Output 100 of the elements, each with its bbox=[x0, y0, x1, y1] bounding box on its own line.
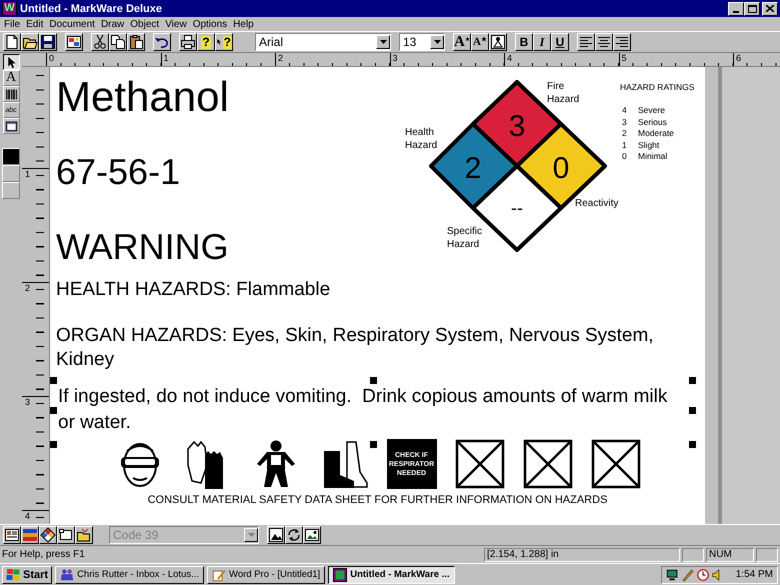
color-swatch[interactable] bbox=[2, 148, 20, 165]
copy-icon bbox=[110, 34, 126, 50]
color-swatch[interactable] bbox=[2, 182, 20, 199]
status-panel bbox=[756, 548, 778, 562]
menu-item[interactable]: File bbox=[2, 18, 24, 30]
clock: 1:54 PM bbox=[736, 569, 773, 580]
toolbar-button[interactable] bbox=[39, 526, 57, 544]
align-right-icon bbox=[614, 34, 630, 50]
picture-icon bbox=[268, 527, 284, 543]
taskbar-button[interactable]: Word Pro - [Untitled1] bbox=[207, 566, 326, 584]
menu-item[interactable]: Document bbox=[47, 18, 99, 30]
clock-icon[interactable] bbox=[696, 568, 710, 582]
toolbar-button[interactable]: I bbox=[533, 33, 551, 51]
barcode-icon bbox=[4, 88, 18, 100]
rating-description: Moderate bbox=[638, 128, 674, 140]
ruler-number: 4 bbox=[25, 511, 30, 521]
ruler-number: 6 bbox=[736, 53, 742, 63]
hazard-category-label: Health Hazard bbox=[405, 127, 438, 151]
hazard-rating-number: 2 bbox=[464, 152, 482, 185]
chemical-name: Methanol bbox=[56, 73, 230, 121]
selection-handle[interactable] bbox=[689, 407, 696, 414]
font-size-dropdown[interactable]: 13 bbox=[399, 33, 445, 51]
ratings-title: HAZARD RATINGS bbox=[620, 82, 696, 92]
menu-item[interactable]: View bbox=[163, 18, 191, 30]
selection-handle[interactable] bbox=[50, 407, 57, 414]
pen-icon[interactable] bbox=[680, 568, 695, 582]
ruler-number: 1 bbox=[25, 169, 30, 179]
close-icon bbox=[766, 5, 774, 12]
rating-value: 4 bbox=[621, 105, 628, 116]
app-logo[interactable]: W bbox=[2, 1, 17, 16]
printer-icon bbox=[180, 34, 196, 50]
organ-hazards-text: ORGAN HAZARDS: Eyes, Skin, Respiratory System, Nervous System, Kidney bbox=[56, 324, 655, 372]
selection-handle[interactable] bbox=[689, 377, 696, 384]
status-panel bbox=[682, 548, 704, 562]
hazard-rating-number: 0 bbox=[552, 152, 570, 185]
maximize-button[interactable] bbox=[744, 2, 760, 16]
rating-description: Minimal bbox=[638, 151, 668, 162]
windows-logo-icon bbox=[6, 568, 20, 580]
taskbar-button[interactable]: Untitled - MarkWare ... bbox=[328, 566, 455, 584]
rating-description: Slight bbox=[638, 140, 660, 151]
font-dropdown[interactable]: Arial bbox=[255, 33, 391, 51]
picture-icon bbox=[304, 527, 320, 543]
menu-item[interactable]: Object bbox=[128, 18, 164, 30]
ruler-number: 1 bbox=[164, 53, 169, 63]
menu-item[interactable]: Edit bbox=[24, 18, 48, 30]
start-button[interactable]: Start bbox=[2, 566, 52, 584]
crossed-box-icon bbox=[590, 439, 640, 489]
toolbar-button[interactable]: ? bbox=[197, 33, 215, 51]
tool-button[interactable]: A bbox=[2, 70, 20, 86]
selection-handle[interactable] bbox=[689, 441, 696, 448]
color-swatch[interactable] bbox=[2, 165, 20, 182]
toolbar-button[interactable]: ? bbox=[215, 33, 233, 51]
toolbar-button[interactable]: A bbox=[453, 33, 471, 51]
align-center-icon bbox=[596, 34, 612, 50]
page-icon bbox=[4, 34, 20, 50]
toolbar-button[interactable]: B bbox=[515, 33, 533, 51]
rating-description: Severe bbox=[638, 105, 665, 116]
ruler-number: 4 bbox=[507, 53, 512, 63]
toolbar-button[interactable]: U bbox=[551, 33, 569, 51]
menu-item[interactable]: Options bbox=[190, 18, 232, 30]
align-left-icon bbox=[578, 34, 594, 50]
hazard-rating-number: -- bbox=[511, 198, 523, 218]
hazard-category-label: Specific Hazard bbox=[447, 226, 482, 250]
rating-description: Serious bbox=[638, 116, 667, 128]
menu-item[interactable]: Help bbox=[231, 18, 258, 30]
maximize-icon bbox=[748, 4, 756, 12]
cursor-position: [2.154, 1.288] in bbox=[484, 548, 680, 562]
taskbar-button[interactable]: Chris Rutter - Inbox - Lotus... bbox=[55, 566, 204, 584]
people-icon bbox=[60, 568, 74, 582]
picture-icon bbox=[66, 34, 82, 50]
minimize-icon bbox=[733, 10, 739, 12]
close-button[interactable] bbox=[762, 2, 778, 16]
selection-handle[interactable] bbox=[50, 377, 57, 384]
rating-value: 0 bbox=[621, 151, 628, 162]
cas-number: 67-56-1 bbox=[56, 151, 182, 193]
selection-handle[interactable] bbox=[370, 377, 377, 384]
status-message: For Help, press F1 bbox=[2, 549, 86, 560]
rating-value: 2 bbox=[621, 128, 628, 140]
app-logo-icon bbox=[333, 568, 348, 582]
toolbar-button[interactable]: A bbox=[471, 33, 489, 51]
selection-handle[interactable] bbox=[370, 441, 377, 448]
figure-icon bbox=[490, 34, 506, 50]
dropdown-arrow-icon bbox=[380, 40, 386, 44]
menu-item[interactable]: Draw bbox=[98, 18, 128, 30]
monitor-icon[interactable] bbox=[666, 568, 680, 582]
star-icon bbox=[464, 36, 470, 42]
ruler-number: 2 bbox=[278, 53, 284, 63]
health-hazards-text: HEALTH HAZARDS: Flammable bbox=[56, 279, 332, 301]
minimize-button[interactable] bbox=[728, 2, 744, 16]
selection-handle[interactable] bbox=[50, 441, 57, 448]
ruler-number: 2 bbox=[25, 283, 30, 293]
num-lock-indicator: NUM bbox=[706, 548, 754, 562]
crossed-box-icon bbox=[522, 439, 572, 489]
signal-word: WARNING bbox=[56, 226, 230, 268]
diamond-icon bbox=[40, 527, 56, 543]
hazard-rating-number: 3 bbox=[508, 110, 526, 143]
scissors-icon bbox=[92, 34, 108, 50]
tool-button[interactable] bbox=[2, 54, 20, 70]
rating-value: 3 bbox=[621, 116, 628, 128]
instructions-text: If ingested, do not induce vomiting. Drink copious amounts of warm milk or water. bbox=[58, 385, 668, 435]
